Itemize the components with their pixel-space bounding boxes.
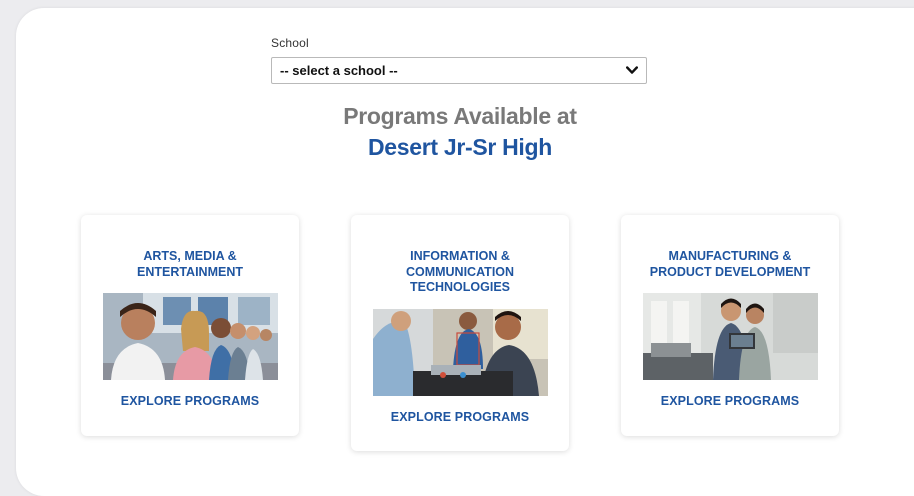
school-label: School — [271, 36, 309, 50]
program-card-title-line: COMMUNICATION — [405, 264, 515, 279]
program-card-title-line: ENTERTAINMENT — [136, 264, 243, 279]
school-select-value: -- select a school -- — [280, 63, 398, 78]
program-card-title-line: TECHNOLOGIES — [409, 280, 510, 294]
program-card-title-line: MANUFACTURING & — [668, 249, 792, 263]
program-card-title: INFORMATION & COMMUNICATION TECHNOLOGIES — [351, 249, 569, 296]
school-select[interactable]: -- select a school -- — [271, 57, 647, 84]
program-card-title: MANUFACTURING & PRODUCT DEVELOPMENT — [621, 249, 839, 280]
chevron-down-icon — [626, 66, 638, 74]
page-title: Programs Available at — [343, 103, 577, 129]
program-card-information-communication[interactable]: INFORMATION & COMMUNICATION TECHNOLOGIES… — [351, 215, 569, 451]
school-name-title: Desert Jr-Sr High — [367, 134, 553, 160]
program-card-arts-media[interactable]: ARTS, MEDIA & ENTERTAINMENT EXPLORE PROG… — [81, 215, 299, 436]
program-card-photo — [102, 293, 278, 380]
program-card-title-line: PRODUCT DEVELOPMENT — [649, 264, 811, 279]
program-card-title-line: ARTS, MEDIA & — [143, 249, 237, 263]
program-card-manufacturing[interactable]: MANUFACTURING & PRODUCT DEVELOPMENT EXPL… — [621, 215, 839, 436]
explore-programs-link[interactable]: EXPLORE PROGRAMS — [391, 410, 529, 424]
program-card-photo — [642, 293, 818, 380]
program-card-title: ARTS, MEDIA & ENTERTAINMENT — [81, 249, 299, 280]
program-card-photo — [372, 308, 548, 396]
program-card-title-line: INFORMATION & — [410, 249, 510, 263]
explore-programs-link[interactable]: EXPLORE PROGRAMS — [661, 394, 799, 408]
explore-programs-link[interactable]: EXPLORE PROGRAMS — [121, 394, 259, 408]
